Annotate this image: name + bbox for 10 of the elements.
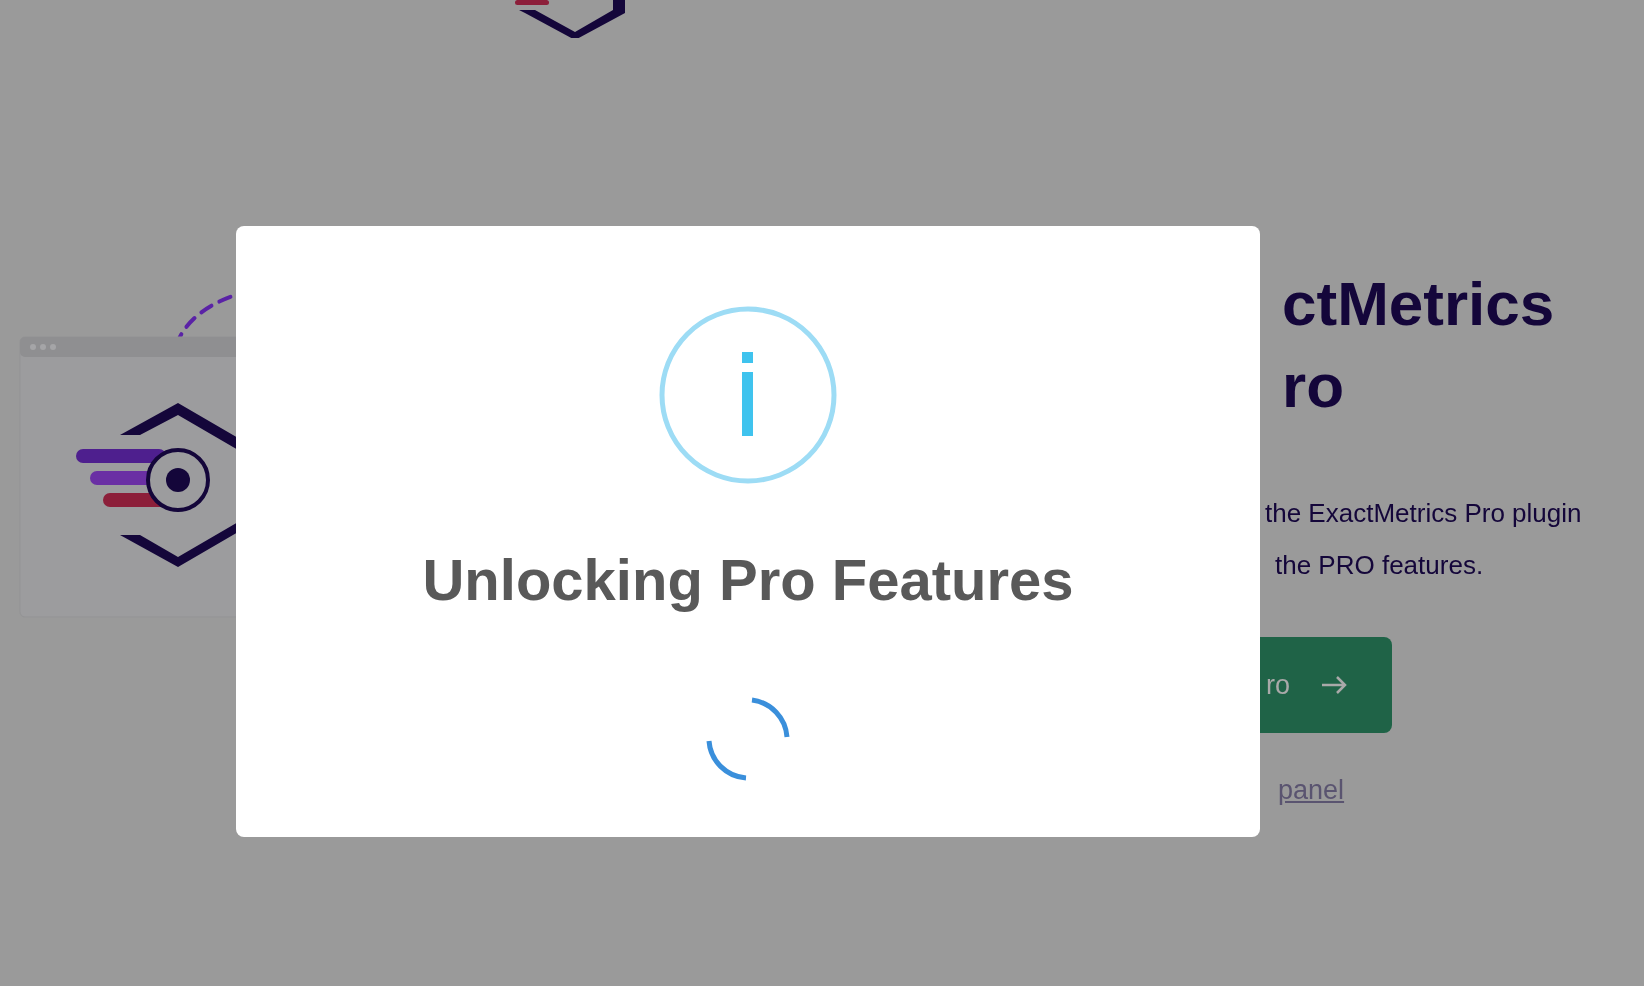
upgrade-button[interactable]: ro — [1260, 637, 1392, 733]
page-heading: ctMetrics — [1281, 268, 1555, 340]
panel-link[interactable]: panel — [1278, 775, 1345, 806]
modal-title: Unlocking Pro Features — [422, 546, 1074, 613]
description-text: the ExactMetrics Pro plugin — [1264, 497, 1582, 530]
page-heading: ro — [1281, 350, 1344, 422]
info-icon — [659, 306, 837, 484]
loading-spinner-icon — [704, 695, 792, 783]
arrow-right-icon — [1320, 675, 1348, 695]
description-text: the PRO features. — [1274, 549, 1484, 582]
